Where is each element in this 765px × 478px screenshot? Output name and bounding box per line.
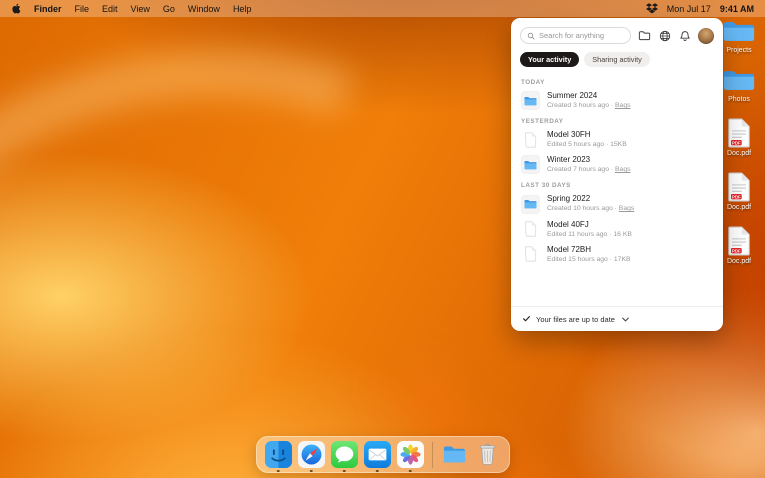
trash-icon: [479, 443, 495, 465]
file-thumb-icon: [521, 130, 540, 150]
desktop-screen: Finder File Edit View Go Window Help Mon…: [0, 0, 765, 478]
activity-list: TODAY Summer 2024 Created 3 hours ago · …: [511, 74, 723, 306]
desktop-icon-label: Photos: [728, 96, 750, 103]
safari-icon: [297, 441, 325, 468]
sync-status-text: Your files are up to date: [536, 314, 615, 324]
activity-row-text: Summer 2024 Created 3 hours ago · Bags: [547, 91, 631, 110]
activity-meta: Edited 5 hours ago · 15KB: [547, 141, 627, 149]
search-input[interactable]: [539, 31, 625, 40]
activity-meta: Edited 15 hours ago · 17KB: [547, 255, 631, 263]
dock-downloads-folder[interactable]: [441, 441, 468, 468]
activity-meta: Created 7 hours ago · Bags: [547, 166, 631, 174]
search-icon: [527, 27, 535, 45]
menu-help[interactable]: Help: [233, 4, 252, 14]
activity-meta: Edited 11 hours ago · 16 KB: [547, 230, 632, 238]
section-header-last-30-days: LAST 30 DAYS: [521, 182, 571, 190]
check-icon: [522, 310, 531, 328]
activity-row[interactable]: Model 40FJ Edited 11 hours ago · 16 KB: [511, 217, 723, 242]
pdf-file-icon: PDF: [728, 172, 750, 202]
folder-icon: [723, 22, 755, 41]
mail-icon: [363, 441, 391, 468]
desktop-icon-label: Projects: [726, 47, 752, 54]
menu-bar-right: Mon Jul 17 9:41 AM: [645, 3, 754, 14]
dock-finder[interactable]: [264, 441, 292, 468]
dock-divider: [431, 441, 433, 468]
pdf-file-icon: PDF: [728, 226, 750, 256]
activity-tabs: Your activity Sharing activity: [511, 49, 723, 74]
wallpaper-swirl: [0, 0, 574, 478]
activity-title: Winter 2023: [547, 155, 591, 165]
dropbox-menu-icon[interactable]: [645, 3, 658, 14]
apple-menu-icon[interactable]: [11, 3, 21, 14]
menu-time[interactable]: 9:41 AM: [720, 4, 754, 14]
folder-icon: [443, 446, 465, 463]
svg-text:PDF: PDF: [732, 140, 741, 145]
menu-bar: Finder File Edit View Go Window Help Mon…: [0, 0, 765, 17]
activity-meta: Created 3 hours ago · Bags: [547, 102, 631, 109]
search-box[interactable]: [520, 27, 632, 45]
activity-row[interactable]: Spring 2022 Created 10 hours ago · Bags: [511, 191, 723, 216]
bags-link[interactable]: Bags: [619, 205, 635, 212]
activity-row-text: Model 40FJ Edited 11 hours ago · 16 KB: [547, 220, 632, 239]
bags-link[interactable]: Bags: [615, 102, 631, 109]
activity-row[interactable]: Winter 2023 Created 7 hours ago · Bags: [511, 152, 723, 177]
menu-view[interactable]: View: [131, 4, 150, 14]
dock: [255, 436, 510, 473]
menu-date[interactable]: Mon Jul 17: [667, 4, 711, 14]
file-thumb-icon: [521, 219, 540, 239]
svg-text:PDF: PDF: [732, 248, 741, 253]
activity-row[interactable]: Model 30FH Edited 5 hours ago · 15KB: [511, 127, 723, 152]
folder-nav-icon[interactable]: [638, 29, 651, 42]
menu-bar-left: Finder File Edit View Go Window Help: [11, 3, 251, 14]
activity-row-text: Model 30FH Edited 5 hours ago · 15KB: [547, 130, 627, 149]
folder-thumb-icon: [521, 91, 540, 111]
activity-row-text: Winter 2023 Created 7 hours ago · Bags: [547, 155, 631, 174]
chevron-down-icon[interactable]: [622, 317, 629, 322]
dock-messages[interactable]: [330, 441, 358, 468]
menu-file[interactable]: File: [75, 4, 90, 14]
activity-row-text: Model 72BH Edited 15 hours ago · 17KB: [547, 245, 631, 264]
folder-thumb-icon: [521, 155, 540, 175]
svg-text:PDF: PDF: [732, 194, 741, 199]
desktop-icon-label: Doc.pdf: [726, 204, 752, 211]
activity-row[interactable]: Summer 2024 Created 3 hours ago · Bags: [511, 88, 723, 113]
activity-title: Spring 2022: [547, 194, 591, 204]
dropbox-panel: Your activity Sharing activity TODAY Sum…: [511, 18, 723, 331]
globe-icon[interactable]: [658, 29, 671, 42]
activity-row-text: Spring 2022 Created 10 hours ago · Bags: [547, 194, 634, 213]
menu-window[interactable]: Window: [188, 4, 220, 14]
activity-title: Model 30FH: [547, 130, 591, 140]
bell-icon[interactable]: [678, 29, 691, 42]
photos-icon: [396, 441, 424, 468]
tab-sharing-activity[interactable]: Sharing activity: [584, 52, 650, 67]
section-header-today: TODAY: [521, 79, 545, 86]
folder-thumb-icon: [521, 194, 540, 214]
desktop-icon-label: Doc.pdf: [726, 258, 752, 265]
tab-your-activity[interactable]: Your activity: [520, 52, 580, 67]
menu-go[interactable]: Go: [163, 4, 175, 14]
dock-photos[interactable]: [396, 441, 424, 468]
folder-icon: [723, 71, 755, 90]
activity-row[interactable]: Model 72BH Edited 15 hours ago · 17KB: [511, 242, 723, 267]
panel-header: [511, 18, 723, 49]
file-thumb-icon: [521, 244, 540, 264]
sync-status-footer: Your files are up to date: [511, 306, 723, 331]
bags-link[interactable]: Bags: [615, 166, 631, 173]
menu-finder[interactable]: Finder: [34, 4, 62, 14]
activity-meta: Created 10 hours ago · Bags: [547, 205, 635, 213]
dock-mail[interactable]: [363, 441, 391, 468]
section-header-yesterday: YESTERDAY: [521, 118, 564, 126]
menu-edit[interactable]: Edit: [102, 4, 118, 14]
pdf-file-icon: PDF: [728, 118, 750, 148]
dock-trash[interactable]: [474, 441, 501, 468]
dock-safari[interactable]: [297, 441, 325, 468]
avatar[interactable]: [697, 27, 714, 44]
messages-icon: [330, 441, 358, 468]
activity-title: Model 72BH: [547, 244, 592, 254]
desktop-icon-label: Doc.pdf: [726, 150, 752, 157]
activity-title: Summer 2024: [547, 91, 598, 100]
finder-icon: [264, 441, 292, 468]
activity-title: Model 40FJ: [547, 219, 589, 229]
